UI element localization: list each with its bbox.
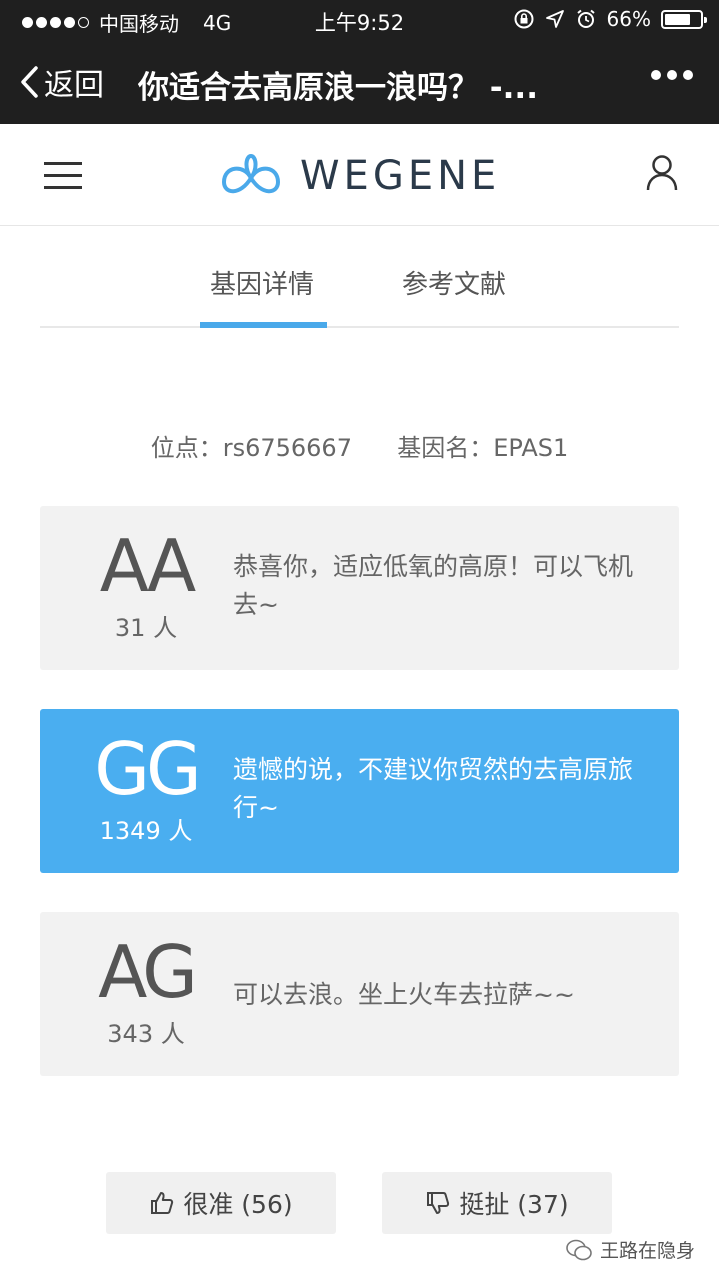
- back-label: 返回: [44, 68, 104, 103]
- location-icon: [545, 10, 564, 28]
- genotype-card-aa[interactable]: AA 31 人 恭喜你，适应低氧的高原！可以飞机去~: [40, 506, 679, 670]
- genotype-label: AA: [99, 524, 197, 608]
- rotation-lock-icon: [514, 9, 534, 29]
- site-header: WEGENE: [0, 124, 719, 226]
- genotype-label: AG: [98, 930, 198, 1014]
- battery-icon: [661, 9, 707, 29]
- nav-bar: 返回 你适合去高原浪一浪吗？ -...: [0, 40, 719, 124]
- more-options-button[interactable]: [651, 70, 693, 80]
- watermark: 王路在隐身: [566, 1236, 695, 1263]
- status-indicators: 66%: [513, 7, 707, 31]
- user-account-button[interactable]: [645, 154, 679, 196]
- genotype-count: 31 人: [114, 614, 178, 642]
- genotype-description: 恭喜你，适应低氧的高原！可以飞机去~: [233, 552, 634, 619]
- active-tab-indicator: [200, 322, 327, 328]
- tab-references[interactable]: 参考文献: [402, 264, 506, 301]
- more-dot-icon: [667, 70, 677, 80]
- genotype-description: 遗憾的说，不建议你贸然的去高原旅行~: [233, 755, 634, 822]
- site-value: rs6756667: [222, 434, 352, 462]
- status-bar: 中国移动 4G 上午9:52 66%: [0, 0, 719, 40]
- hamburger-menu-button[interactable]: [44, 162, 82, 190]
- site-label: 位点：: [150, 434, 223, 462]
- accurate-vote-button[interactable]: 很准 (56): [106, 1172, 336, 1234]
- battery-percent: 66%: [606, 7, 651, 31]
- gene-value: EPAS1: [493, 434, 569, 462]
- watermark-text: 王路在隐身: [599, 1240, 695, 1262]
- genotype-count: 1349 人: [99, 817, 193, 845]
- genotype-label: GG: [94, 727, 202, 811]
- back-button[interactable]: 返回: [18, 60, 104, 104]
- accurate-vote-label: 很准 (56): [183, 1190, 293, 1219]
- wechat-icon: [566, 1239, 592, 1260]
- wegene-logo[interactable]: WEGENE: [216, 152, 500, 200]
- genotype-count: 343 人: [107, 1020, 185, 1048]
- tab-bar: 基因详情 参考文献: [40, 254, 679, 328]
- genotype-description: 可以去浪。坐上火车去拉萨~~: [233, 980, 575, 1009]
- inaccurate-vote-label: 挺扯 (37): [459, 1190, 569, 1219]
- wegene-logo-icon: [221, 153, 281, 194]
- brand-name: WEGENE: [300, 153, 501, 199]
- user-icon: [646, 155, 678, 191]
- chevron-left-icon: [21, 66, 38, 98]
- genotype-card-gg[interactable]: GG 1349 人 遗憾的说，不建议你贸然的去高原旅行~: [40, 709, 679, 873]
- alarm-icon: [576, 9, 595, 28]
- genotype-card-ag[interactable]: AG 343 人 可以去浪。坐上火车去拉萨~~: [40, 912, 679, 1076]
- more-dot-icon: [683, 70, 693, 80]
- tab-gene-details[interactable]: 基因详情: [210, 264, 314, 301]
- page-title: 你适合去高原浪一浪吗？ -...: [138, 70, 538, 106]
- thumbs-down-icon: [427, 1192, 450, 1214]
- locus-info: 位点：rs6756667 基因名：EPAS1: [0, 428, 719, 463]
- thumbs-up-icon: [151, 1192, 174, 1214]
- inaccurate-vote-button[interactable]: 挺扯 (37): [382, 1172, 612, 1234]
- more-dot-icon: [651, 70, 661, 80]
- gene-label: 基因名：: [397, 434, 494, 462]
